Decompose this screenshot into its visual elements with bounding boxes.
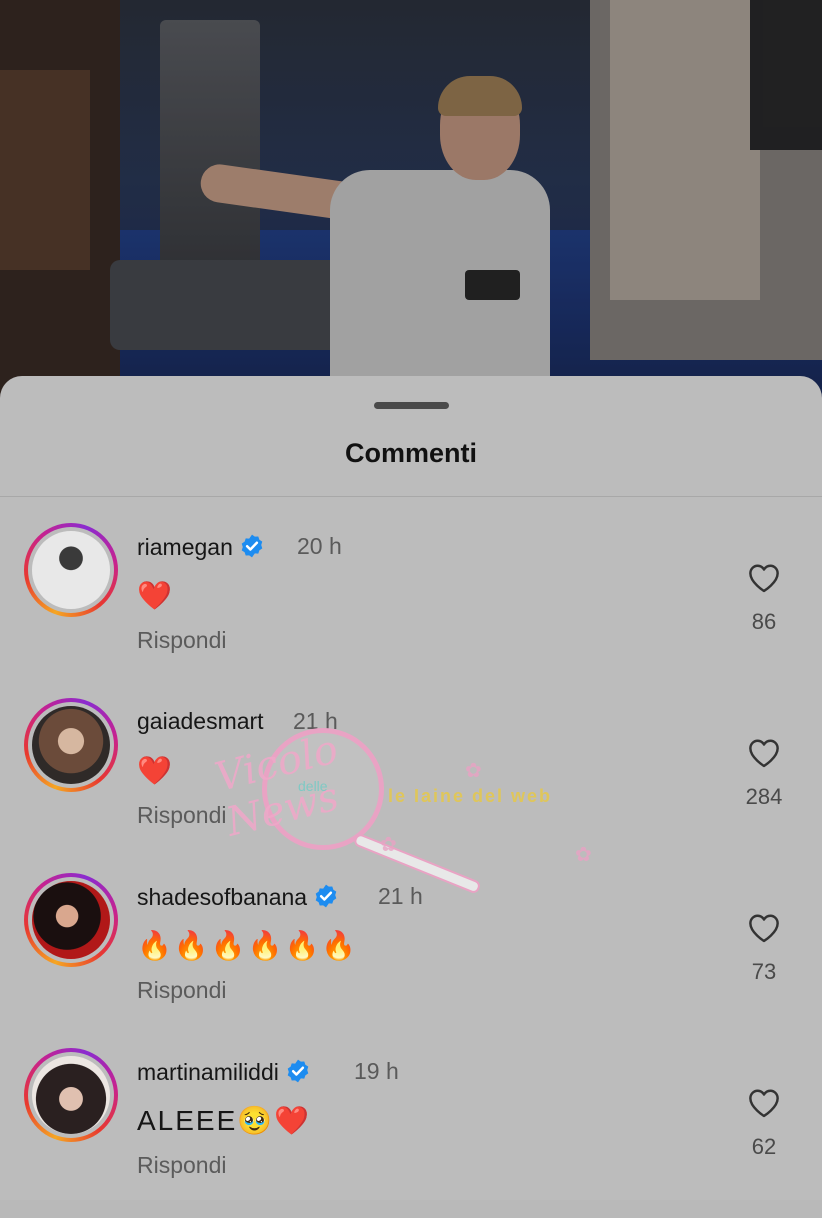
comment-text: ❤️ bbox=[137, 755, 174, 786]
comment-username-text: martinamiliddi bbox=[137, 1059, 279, 1085]
verified-badge-icon bbox=[287, 1059, 309, 1083]
comment-username-text: gaiadesmart bbox=[137, 708, 264, 734]
sheet-title: Commenti bbox=[344, 438, 477, 468]
like-count: 73 bbox=[751, 959, 777, 984]
comment-username-text: shadesofbanana bbox=[137, 884, 308, 910]
comment-item: gaiadesmart 21 h ❤️ Rispondi 284 bbox=[0, 698, 822, 868]
sheet-drag-handle[interactable] bbox=[374, 402, 449, 409]
comment-time: 21 h bbox=[293, 708, 338, 734]
reply-button[interactable]: Rispondi bbox=[137, 627, 227, 654]
comment-item: riamegan 20 h ❤️ Rispondi 86 bbox=[0, 523, 822, 693]
heart-outline-icon[interactable] bbox=[747, 563, 781, 593]
comment-time: 20 h bbox=[297, 533, 342, 559]
comment-username-text: riamegan bbox=[137, 534, 233, 560]
avatar-image bbox=[32, 531, 110, 609]
avatar[interactable] bbox=[24, 698, 118, 792]
reply-button[interactable]: Rispondi bbox=[137, 977, 227, 1004]
like-count: 62 bbox=[751, 1134, 777, 1159]
verified-badge-icon bbox=[241, 534, 263, 558]
like-count: 86 bbox=[751, 609, 777, 634]
comment-username[interactable]: shadesofbanana bbox=[137, 883, 339, 911]
verified-badge-icon bbox=[315, 884, 337, 908]
heart-outline-icon[interactable] bbox=[747, 1088, 781, 1118]
reply-button[interactable]: Rispondi bbox=[137, 802, 227, 829]
avatar-image bbox=[32, 881, 110, 959]
comment-username[interactable]: riamegan bbox=[137, 533, 265, 561]
comment-text: ❤️ bbox=[137, 580, 174, 611]
heart-outline-icon[interactable] bbox=[747, 738, 781, 768]
avatar[interactable] bbox=[24, 1048, 118, 1142]
comment-text: 🔥🔥🔥🔥🔥🔥 bbox=[137, 930, 359, 961]
avatar[interactable] bbox=[24, 523, 118, 617]
post-photo bbox=[0, 0, 822, 400]
comments-sheet: Commenti riamegan 20 h ❤️ Rispondi 86 ga… bbox=[0, 376, 822, 1200]
comment-username[interactable]: martinamiliddi bbox=[137, 1058, 311, 1086]
comment-time: 19 h bbox=[354, 1058, 399, 1084]
reply-button[interactable]: Rispondi bbox=[137, 1152, 227, 1179]
avatar-image bbox=[32, 1056, 110, 1134]
comment-text: ALEEE🥹❤️ bbox=[137, 1105, 312, 1136]
comment-item: martinamiliddi 19 h ALEEE🥹❤️ Rispondi 62 bbox=[0, 1048, 822, 1218]
heart-outline-icon[interactable] bbox=[747, 913, 781, 943]
comment-item: shadesofbanana 21 h 🔥🔥🔥🔥🔥🔥 Rispondi 73 bbox=[0, 873, 822, 1043]
comment-time: 21 h bbox=[378, 883, 423, 909]
like-count: 284 bbox=[745, 784, 783, 809]
avatar-image bbox=[32, 706, 110, 784]
avatar[interactable] bbox=[24, 873, 118, 967]
photo-shade bbox=[0, 0, 822, 400]
comment-username[interactable]: gaiadesmart bbox=[137, 708, 264, 735]
sheet-divider bbox=[0, 496, 822, 497]
